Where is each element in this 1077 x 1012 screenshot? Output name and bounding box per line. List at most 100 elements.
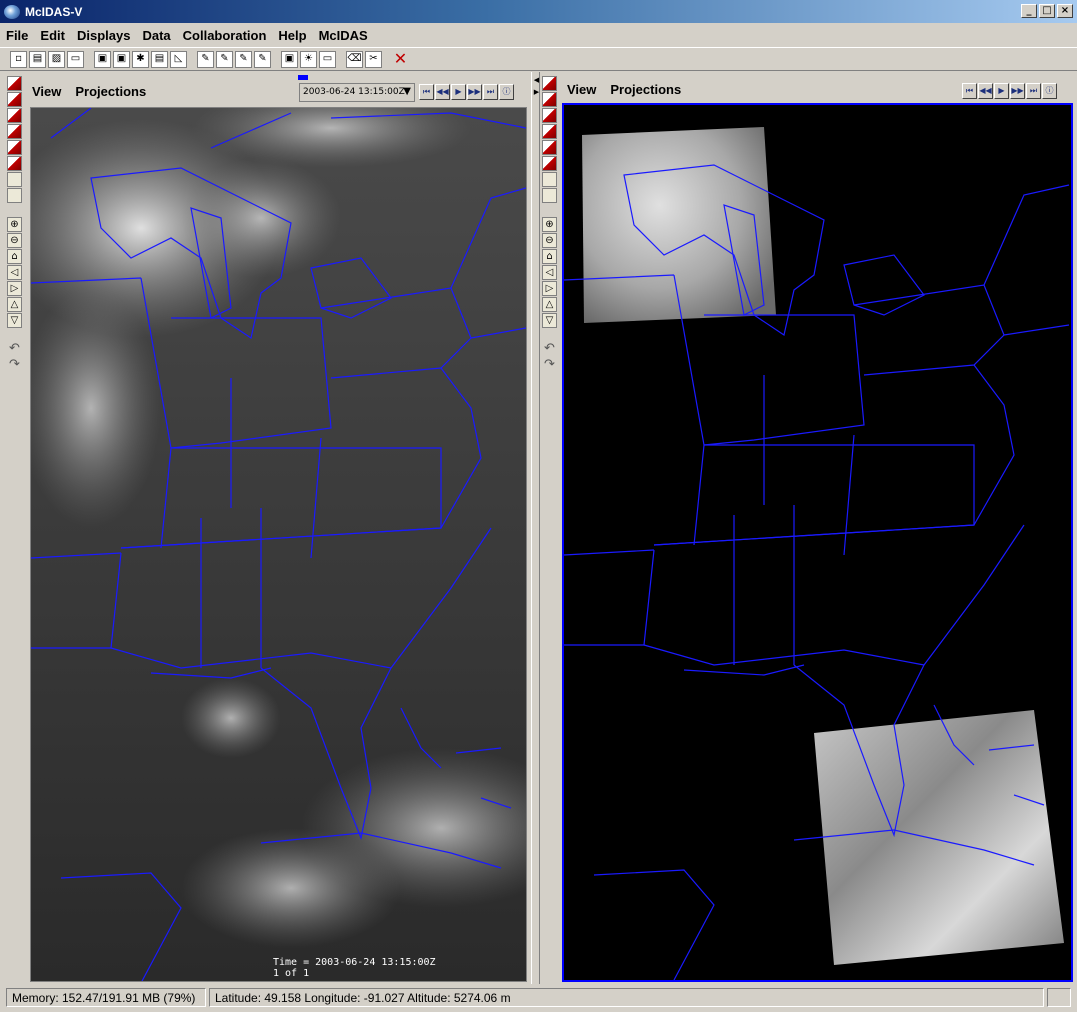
right-view-menu[interactable]: View <box>567 82 596 97</box>
menu-displays[interactable]: Displays <box>77 28 130 43</box>
paste-icon[interactable]: ▤ <box>29 50 46 68</box>
view-cube-6-icon[interactable] <box>7 156 22 171</box>
time-label-line2: 1 of 1 <box>273 968 310 979</box>
save-icon[interactable]: ▣ <box>94 50 111 68</box>
pan-right-icon[interactable]: ▷ <box>542 281 557 296</box>
step-back-button[interactable]: ◀◀ <box>435 84 450 100</box>
status-bar: Memory: 152.47/191.91 MB (79%) Latitude:… <box>0 986 1077 1008</box>
pan-up-icon[interactable]: △ <box>542 297 557 312</box>
right-satellite-map <box>564 105 1071 980</box>
undo-view-icon[interactable]: ↶ <box>542 342 557 357</box>
menu-help[interactable]: Help <box>278 28 306 43</box>
view-cube-2-icon[interactable] <box>542 92 557 107</box>
print-icon[interactable]: ▤ <box>151 50 168 68</box>
scissors-icon[interactable]: ✂ <box>365 50 382 68</box>
zoom-out-icon[interactable]: ⊖ <box>542 233 557 248</box>
home-icon[interactable]: ⌂ <box>542 249 557 264</box>
window-title-bar: McIDAS-V _ □ × <box>0 0 1077 23</box>
last-frame-button[interactable]: ⏭ <box>483 84 498 100</box>
layout-icon[interactable]: ▭ <box>319 50 336 68</box>
view-cube-5-icon[interactable] <box>542 140 557 155</box>
menu-mcidas[interactable]: McIDAS <box>319 28 368 43</box>
first-frame-button[interactable]: ⏮ <box>419 84 434 100</box>
app-globe-icon <box>4 4 20 19</box>
open-folder-icon[interactable]: ▭ <box>67 50 84 68</box>
right-display-panel: ⊕ ⊖ ⌂ ◁ ▷ △ ▽ ↶ ↷ View Projections ⏮ ◀◀ ▶ ▶▶ ⏭ ⓘ <box>540 72 1075 984</box>
edit-formula-icon[interactable]: ✎ <box>216 50 233 68</box>
animation-info-button[interactable]: ⓘ <box>499 84 514 100</box>
right-animation-controls: ⏮ ◀◀ ▶ ▶▶ ⏭ ⓘ <box>962 83 1057 99</box>
left-satellite-map <box>31 108 526 981</box>
zoom-out-icon[interactable]: ⊖ <box>7 233 22 248</box>
window-controls: _ □ × <box>1021 4 1073 18</box>
window-title: McIDAS-V <box>25 4 83 19</box>
jython-icon[interactable]: ▣ <box>281 50 298 68</box>
step-forward-button[interactable]: ▶▶ <box>467 84 482 100</box>
view-cube-3-icon[interactable] <box>7 108 22 123</box>
view-cube-4-icon[interactable] <box>542 124 557 139</box>
edit-settings-icon[interactable]: ✎ <box>235 50 252 68</box>
close-button[interactable]: × <box>1057 4 1073 18</box>
main-toolbar: ▫ ▤ ▨ ▭ ▣ ▣ ✱ ▤ ◺ ✎ ✎ ✎ ✎ ▣ ☀ ▭ ⌫ ✂ ✕ <box>0 47 1077 71</box>
view-cube-1-icon[interactable] <box>7 76 22 91</box>
step-back-button[interactable]: ◀◀ <box>978 83 993 99</box>
last-frame-button[interactable]: ⏭ <box>1026 83 1041 99</box>
left-view-menu[interactable]: View <box>32 84 61 99</box>
first-frame-button[interactable]: ⏮ <box>962 83 977 99</box>
new-window-icon[interactable]: ▨ <box>48 50 65 68</box>
new-doc-icon[interactable]: ▫ <box>10 50 27 68</box>
move-icon[interactable] <box>7 188 22 203</box>
redo-view-icon[interactable]: ↷ <box>7 358 22 373</box>
view-cube-5-icon[interactable] <box>7 140 22 155</box>
home-icon[interactable]: ⌂ <box>7 249 22 264</box>
view-cube-3-icon[interactable] <box>542 108 557 123</box>
left-map-display[interactable]: Time = 2003-06-24 13:15:00Z 1 of 1 <box>30 107 527 982</box>
view-cube-1-icon[interactable] <box>542 76 557 91</box>
left-view-toolbar: ⊕ ⊖ ⌂ ◁ ▷ △ ▽ ↶ ↷ <box>7 76 27 374</box>
time-marker <box>298 75 308 80</box>
undo-view-icon[interactable]: ↶ <box>7 342 22 357</box>
pan-up-icon[interactable]: △ <box>7 297 22 312</box>
minimize-button[interactable]: _ <box>1021 4 1037 18</box>
left-display-panel: ⊕ ⊖ ⌂ ◁ ▷ △ ▽ ↶ ↷ View Projections 2003-06-24 13… <box>5 72 531 984</box>
play-button[interactable]: ▶ <box>451 84 466 100</box>
view-cube-6-icon[interactable] <box>542 156 557 171</box>
pan-down-icon[interactable]: ▽ <box>542 313 557 328</box>
right-map-display[interactable] <box>562 103 1073 982</box>
delete-icon[interactable]: ✕ <box>392 51 409 68</box>
pan-down-icon[interactable]: ▽ <box>7 313 22 328</box>
menu-edit[interactable]: Edit <box>40 28 65 43</box>
pan-right-icon[interactable]: ▷ <box>7 281 22 296</box>
menu-collaboration[interactable]: Collaboration <box>183 28 267 43</box>
redo-view-icon[interactable]: ↷ <box>542 358 557 373</box>
view-cube-2-icon[interactable] <box>7 92 22 107</box>
pan-left-icon[interactable]: ◁ <box>7 265 22 280</box>
move-icon[interactable] <box>542 188 557 203</box>
save-as-icon[interactable]: ▣ <box>113 50 130 68</box>
time-select[interactable]: 2003-06-24 13:15:00Z ▼ <box>299 83 415 102</box>
chevron-down-icon: ▼ <box>403 86 411 97</box>
menu-file[interactable]: File <box>6 28 28 43</box>
menu-data[interactable]: Data <box>142 28 170 43</box>
maximize-button[interactable]: □ <box>1039 4 1055 18</box>
right-projections-menu[interactable]: Projections <box>610 82 681 97</box>
memory-status[interactable]: Memory: 152.47/191.91 MB (79%) <box>6 987 206 1007</box>
bulb-icon[interactable]: ☀ <box>300 50 317 68</box>
rubber-band-icon[interactable] <box>7 172 22 187</box>
eraser-icon[interactable]: ⌫ <box>346 50 363 68</box>
pan-left-icon[interactable]: ◁ <box>542 265 557 280</box>
step-forward-button[interactable]: ▶▶ <box>1010 83 1025 99</box>
edit-icon[interactable]: ✎ <box>197 50 214 68</box>
zoom-in-icon[interactable]: ⊕ <box>542 217 557 232</box>
chooser-icon[interactable]: ✱ <box>132 50 149 68</box>
edit-color-icon[interactable]: ✎ <box>254 50 271 68</box>
time-label-line1: Time = 2003-06-24 13:15:00Z <box>273 957 436 968</box>
play-button[interactable]: ▶ <box>994 83 1009 99</box>
left-projections-menu[interactable]: Projections <box>75 84 146 99</box>
panel-splitter[interactable]: ◀ ▶ <box>531 72 540 984</box>
rubber-band-icon[interactable] <box>542 172 557 187</box>
zoom-in-icon[interactable]: ⊕ <box>7 217 22 232</box>
view-cube-4-icon[interactable] <box>7 124 22 139</box>
capture-icon[interactable]: ◺ <box>170 50 187 68</box>
animation-info-button[interactable]: ⓘ <box>1042 83 1057 99</box>
